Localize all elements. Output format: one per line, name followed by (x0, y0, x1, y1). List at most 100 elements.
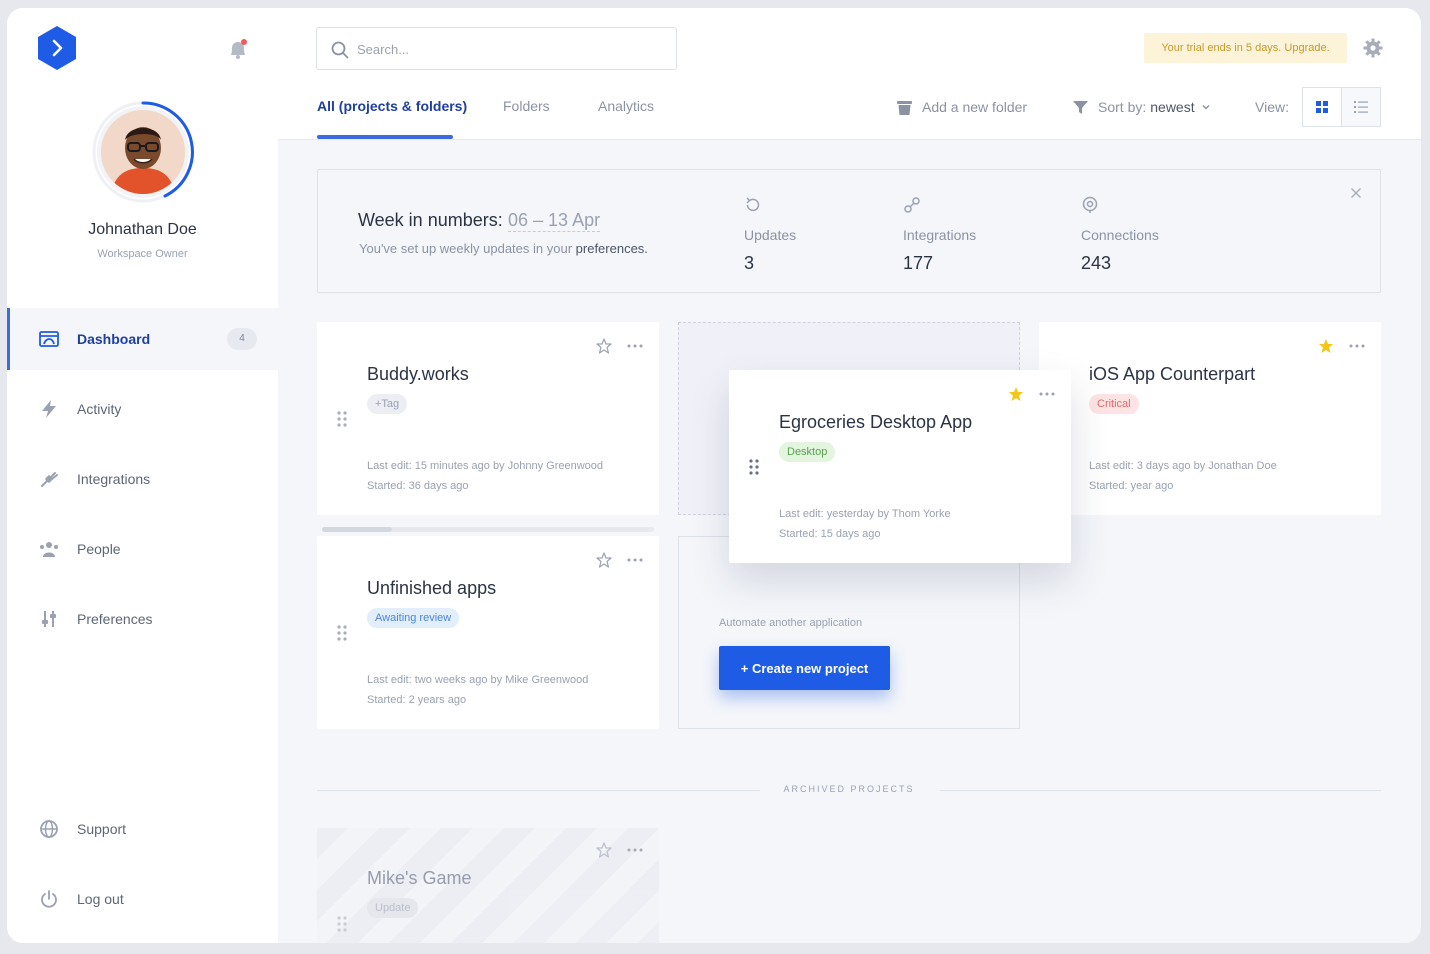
more-options-icon[interactable] (627, 344, 643, 348)
stat-updates: Updates 3 (744, 196, 796, 274)
tag-chip[interactable]: +Tag (367, 394, 408, 414)
people-icon (40, 542, 58, 557)
list-icon (1354, 101, 1368, 113)
create-project-panel: Automate another application + Create ne… (678, 536, 1020, 729)
add-folder-button[interactable]: Add a new folder (896, 96, 1027, 118)
search-input[interactable] (357, 38, 657, 60)
sidebar-item-people[interactable]: People (7, 518, 278, 580)
project-last-edit: Last edit: 15 minutes ago by Johnny Gree… (367, 460, 604, 472)
week-subtitle: You've set up weekly updates in your pre… (359, 241, 648, 256)
archived-project-card[interactable]: Mike's Game Update (317, 828, 659, 943)
star-filled-icon[interactable] (1318, 338, 1334, 354)
location-pin-icon (1082, 196, 1098, 213)
trial-upgrade-banner[interactable]: Your trial ends in 5 days. Upgrade. (1144, 33, 1347, 63)
tab-folders[interactable]: Folders (503, 98, 550, 114)
main-content: Your trial ends in 5 days. Upgrade. All … (278, 8, 1421, 943)
sidebar-item-preferences[interactable]: Preferences (7, 588, 278, 650)
project-title: Buddy.works (367, 364, 469, 384)
tab-analytics[interactable]: Analytics (598, 98, 654, 114)
sidebar-item-activity[interactable]: Activity (7, 378, 278, 440)
sliders-icon (42, 611, 56, 627)
project-last-edit: Last edit: 3 days ago by Jonathan Doe (1089, 460, 1277, 472)
tag-chip[interactable]: Awaiting review (367, 608, 460, 628)
search-box[interactable] (316, 27, 677, 70)
more-options-icon[interactable] (1349, 344, 1365, 348)
project-started: Started: 36 days ago (367, 480, 469, 492)
sidebar-item-label: People (77, 541, 121, 557)
sort-prefix: Sort by: (1098, 99, 1147, 115)
more-options-icon[interactable] (1039, 392, 1055, 396)
sidebar-item-integrations[interactable]: Integrations (7, 448, 278, 510)
drag-handle-icon[interactable] (749, 459, 759, 475)
star-outline-icon[interactable] (596, 842, 612, 858)
project-card-buddy-works[interactable]: Buddy.works +Tag Last edit: 15 minutes a… (317, 322, 659, 515)
sidebar-item-label: Integrations (77, 471, 151, 487)
sidebar-item-label: Preferences (77, 611, 153, 627)
project-started: Started: 2 years ago (367, 694, 467, 706)
week-in-numbers-panel: Week in numbers: 06 – 13 Apr You've set … (317, 169, 1381, 293)
star-outline-icon[interactable] (596, 338, 612, 354)
preferences-link[interactable]: preferences. (576, 241, 648, 256)
stat-value: 177 (903, 253, 934, 273)
create-hint: Automate another application (719, 617, 863, 629)
sidebar-item-support[interactable]: Support (7, 798, 278, 860)
gear-icon[interactable] (1363, 38, 1383, 58)
stat-connections: Connections 243 (1081, 196, 1159, 274)
filter-icon (1073, 100, 1088, 114)
more-options-icon[interactable] (627, 848, 643, 852)
view-label: View: (1255, 99, 1289, 115)
tag-chip[interactable]: Critical (1089, 394, 1139, 414)
stat-value: 243 (1081, 253, 1112, 273)
archived-divider-right (940, 790, 1381, 791)
tab-all-projects-folders[interactable]: All (projects & folders) (317, 98, 467, 114)
project-started: Started: 15 days ago (779, 528, 881, 540)
star-outline-icon[interactable] (596, 552, 612, 568)
sidebar-item-label: Activity (77, 401, 122, 417)
dashboard-count-badge: 4 (227, 328, 257, 350)
week-date-range[interactable]: 06 – 13 Apr (508, 210, 601, 232)
star-filled-icon[interactable] (1008, 386, 1024, 402)
active-tab-indicator (317, 135, 453, 139)
project-title: Unfinished apps (367, 578, 497, 598)
more-options-icon[interactable] (627, 558, 643, 562)
drag-handle-icon[interactable] (337, 411, 347, 427)
sidebar-item-logout[interactable]: Log out (7, 868, 278, 930)
archived-divider-left (317, 790, 760, 791)
grid-view-button[interactable] (1302, 87, 1342, 127)
stat-integrations: Integrations 177 (903, 196, 976, 274)
bolt-icon (42, 400, 56, 418)
sidebar-item-label: Dashboard (77, 331, 151, 347)
week-title: Week in numbers: (358, 210, 503, 230)
sidebar: Johnathan Doe Workspace Owner Dashboard … (7, 8, 278, 943)
search-icon (331, 41, 349, 59)
project-title: Mike's Game (367, 868, 472, 888)
tag-chip[interactable]: Desktop (779, 442, 836, 462)
globe-icon (40, 820, 58, 838)
plug-icon (904, 197, 920, 213)
logo-icon[interactable] (37, 26, 77, 70)
create-new-project-button[interactable]: + Create new project (719, 646, 890, 690)
cards-scrollbar[interactable] (322, 527, 654, 532)
avatar[interactable] (91, 100, 195, 204)
project-card-egroceries-dragging[interactable]: Egroceries Desktop App Desktop Last edit… (729, 370, 1071, 563)
drag-handle-icon[interactable] (337, 625, 347, 641)
project-card-unfinished-apps[interactable]: Unfinished apps Awaiting review Last edi… (317, 536, 659, 729)
stat-value: 3 (744, 253, 755, 273)
tag-chip[interactable]: Update (367, 898, 419, 918)
close-icon[interactable] (1350, 187, 1362, 199)
power-icon (41, 890, 57, 908)
sidebar-item-dashboard[interactable]: Dashboard 4 (7, 308, 278, 370)
person-portrait-icon (101, 110, 185, 194)
grid-icon (1316, 101, 1328, 113)
project-last-edit: Last edit: yesterday by Thom Yorke (779, 508, 951, 520)
sort-dropdown[interactable]: Sort by: newest (1072, 96, 1220, 118)
user-role: Workspace Owner (97, 248, 188, 260)
project-card-ios-app[interactable]: iOS App Counterpart Critical Last edit: … (1039, 322, 1381, 515)
list-view-button[interactable] (1341, 87, 1381, 127)
avatar-photo (97, 106, 189, 198)
week-subtitle-text: You've set up weekly updates in your (359, 241, 573, 256)
drag-handle-icon[interactable] (337, 916, 347, 932)
notification-bell-icon[interactable] (227, 38, 249, 60)
dashboard-icon (39, 331, 59, 347)
add-folder-label: Add a new folder (922, 99, 1028, 115)
